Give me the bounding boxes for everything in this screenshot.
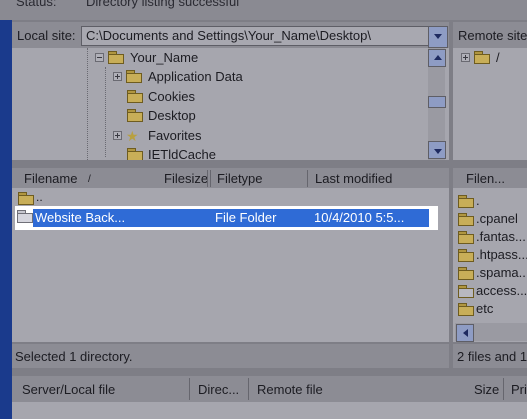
folder-icon — [458, 249, 474, 262]
folder-icon — [17, 210, 33, 224]
remote-list-hscrollbar[interactable] — [455, 323, 527, 342]
column-priority[interactable]: Pri — [511, 382, 527, 397]
local-path-combobox[interactable]: C:\Documents and Settings\Your_Name\Desk… — [81, 26, 432, 46]
remote-directory-tree[interactable]: / — [453, 48, 527, 160]
parent-dir-label: .. — [36, 190, 43, 204]
expand-icon[interactable] — [113, 131, 122, 140]
row-modified: 10/4/2010 5:5... — [314, 210, 405, 225]
tree-item-label: Desktop — [148, 108, 196, 123]
tree-item-label: Favorites — [148, 128, 202, 143]
folder-icon — [127, 148, 143, 160]
folder-icon — [474, 51, 490, 64]
tree-item-label: / — [496, 50, 500, 65]
window-edge — [0, 20, 12, 419]
star-icon: ★ — [126, 128, 139, 144]
status-message: Directory listing successful — [86, 0, 240, 9]
column-size[interactable]: Size — [474, 382, 499, 397]
row-filetype: File Folder — [215, 210, 277, 225]
expand-icon[interactable] — [113, 72, 122, 81]
message-log: Status: Directory listing successful — [0, 0, 527, 20]
local-path-dropdown-button[interactable] — [428, 26, 448, 48]
chevron-left-icon — [463, 329, 468, 337]
local-status-text: Selected 1 directory. — [15, 349, 133, 364]
folder-icon — [458, 195, 474, 208]
remote-status-text: 2 files and 1 — [457, 349, 527, 364]
tree-item-label: IETldCache — [148, 147, 216, 160]
scroll-down-button[interactable] — [428, 141, 446, 159]
file-icon — [458, 285, 474, 298]
local-site-label: Local site: — [17, 28, 76, 43]
column-last-modified[interactable]: Last modified — [315, 171, 392, 186]
column-direction[interactable]: Direc... — [198, 382, 239, 397]
status-label: Status: — [16, 0, 57, 9]
parent-dir-row[interactable] — [18, 192, 38, 206]
column-filename[interactable]: Filename — [24, 171, 77, 186]
chevron-up-icon — [434, 55, 442, 60]
scroll-left-button[interactable] — [456, 324, 474, 342]
expand-icon[interactable] — [461, 53, 470, 62]
chevron-down-icon — [434, 149, 442, 154]
local-tree-scrollbar[interactable] — [428, 48, 446, 160]
folder-icon — [458, 303, 474, 316]
column-remote-file[interactable]: Remote file — [257, 382, 323, 397]
scroll-up-button[interactable] — [428, 49, 446, 67]
folder-icon — [18, 192, 34, 205]
chevron-down-icon — [434, 34, 442, 39]
transfer-queue-list[interactable] — [12, 402, 527, 419]
column-server-local-file[interactable]: Server/Local file — [22, 382, 115, 397]
scroll-thumb[interactable] — [428, 96, 446, 108]
folder-icon — [458, 213, 474, 226]
tree-item-label: Application Data — [148, 69, 243, 84]
folder-icon — [126, 70, 142, 83]
column-remote-filename[interactable]: Filen... — [466, 171, 505, 186]
tree-item-label: Cookies — [148, 89, 195, 104]
folder-icon — [458, 267, 474, 280]
column-filesize[interactable]: Filesize — [164, 171, 208, 186]
folder-open-icon — [108, 51, 124, 64]
folder-icon — [127, 109, 143, 122]
local-directory-tree[interactable]: Your_Name Application Data Cookies Deskt… — [12, 48, 449, 160]
sort-indicator: / — [88, 174, 91, 185]
tree-item-label: Your_Name — [130, 50, 199, 65]
folder-icon — [127, 90, 143, 103]
collapse-icon[interactable] — [95, 53, 104, 62]
row-filename: Website Back... — [35, 210, 126, 225]
remote-site-label: Remote site — [458, 28, 527, 43]
column-filetype[interactable]: Filetype — [217, 171, 263, 186]
folder-icon — [458, 231, 474, 244]
